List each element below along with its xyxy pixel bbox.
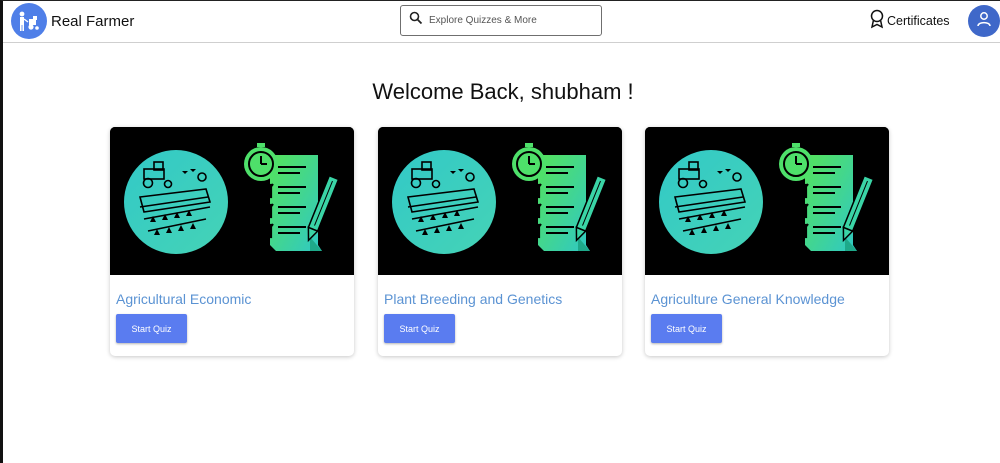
- app-frame: Real Farmer Certificates: [0, 0, 1000, 463]
- search-input[interactable]: [429, 15, 589, 26]
- quiz-card-title: Agriculture General Knowledge: [651, 291, 845, 307]
- certificates-label: Certificates: [887, 14, 950, 28]
- quiz-checklist-illustration: [645, 127, 889, 275]
- quiz-card: Plant Breeding and Genetics Start Quiz: [378, 127, 622, 356]
- search-icon: [409, 11, 423, 30]
- start-quiz-button[interactable]: Start Quiz: [116, 314, 187, 343]
- farmer-logo-icon: [11, 3, 47, 39]
- user-icon: [976, 11, 992, 32]
- certificates-link[interactable]: Certificates: [869, 9, 950, 33]
- brand-link[interactable]: Real Farmer: [11, 3, 134, 39]
- award-ribbon-icon: [869, 9, 885, 34]
- quiz-card-title: Agricultural Economic: [116, 291, 252, 307]
- start-quiz-button[interactable]: Start Quiz: [651, 314, 722, 343]
- brand-name: Real Farmer: [51, 12, 135, 30]
- top-navbar: Real Farmer Certificates: [3, 1, 1000, 43]
- search-box[interactable]: [400, 5, 602, 36]
- quiz-card: Agricultural Economic Start Quiz: [110, 127, 354, 356]
- quiz-checklist-illustration: [378, 127, 622, 275]
- user-avatar[interactable]: [968, 5, 1000, 37]
- start-quiz-button[interactable]: Start Quiz: [384, 314, 455, 343]
- quiz-card-title: Plant Breeding and Genetics: [384, 291, 563, 307]
- quiz-checklist-illustration: [110, 127, 354, 275]
- welcome-heading: Welcome Back, shubham !: [372, 79, 634, 104]
- quiz-card: Agriculture General Knowledge Start Quiz: [645, 127, 889, 356]
